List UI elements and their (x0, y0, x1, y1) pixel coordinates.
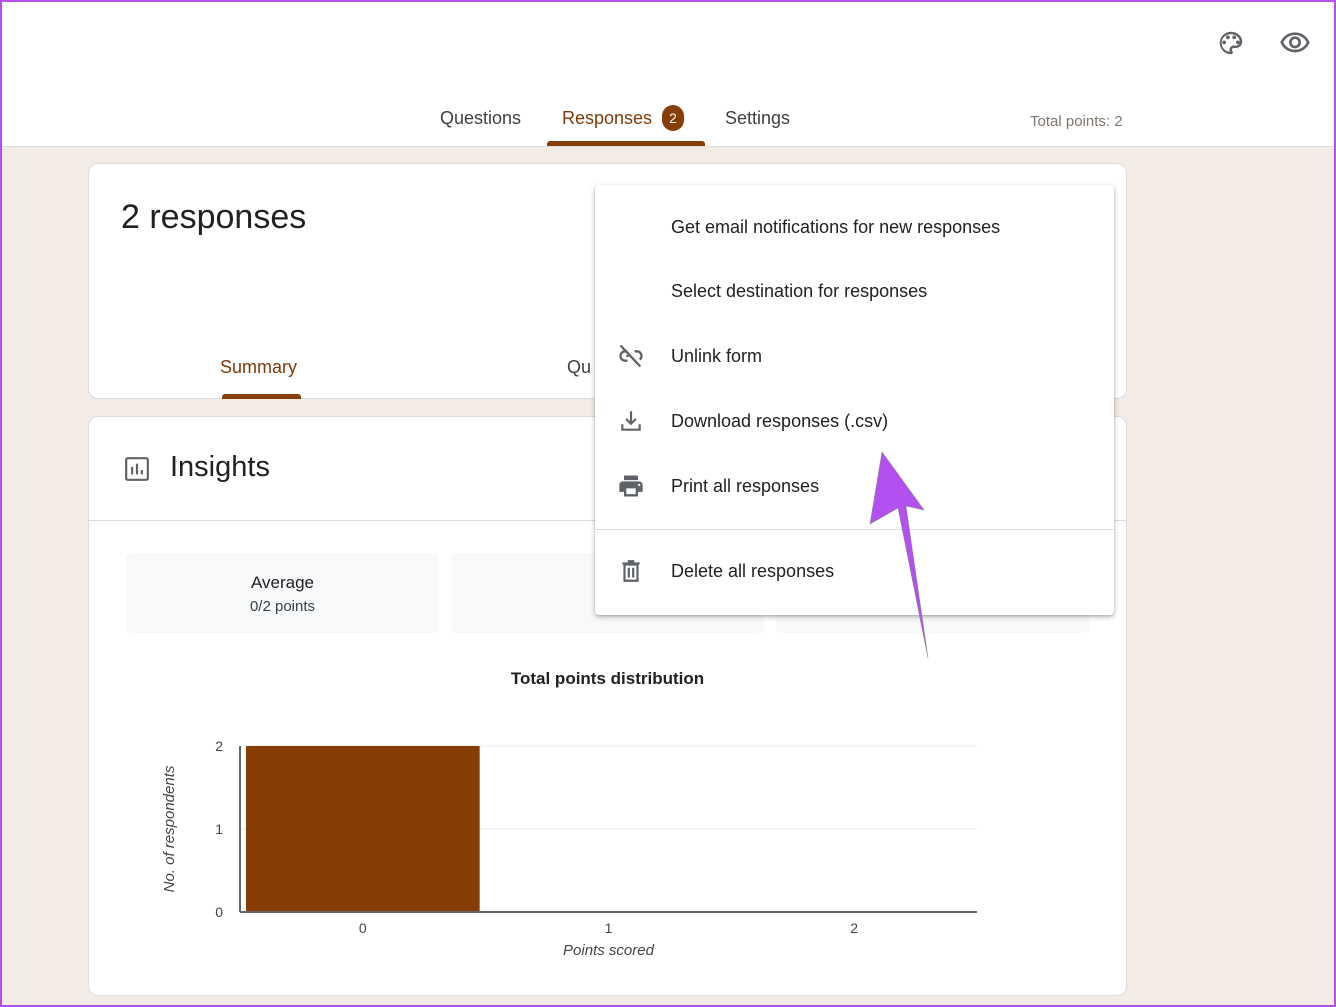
x-tick-label: 1 (605, 920, 613, 936)
bar (246, 746, 480, 912)
tab-settings[interactable]: Settings (725, 108, 790, 146)
responses-more-menu: Get email notifications for new response… (595, 185, 1114, 615)
y-tick-label: 1 (215, 821, 223, 837)
menu-item-label: Unlink form (671, 346, 763, 366)
menu-item-unlink-form[interactable]: Unlink form (595, 324, 1114, 388)
menu-item-label: Get email notifications for new response… (671, 217, 1001, 237)
x-tick-label: 2 (850, 920, 858, 936)
tab-label: Responses (562, 108, 653, 128)
download-icon (617, 407, 645, 435)
x-tick-label: 0 (359, 920, 367, 936)
annotation-arrow-icon (869, 451, 929, 659)
menu-item-label: Print all responses (671, 476, 820, 496)
menu-item-delete-all[interactable]: Delete all responses (595, 539, 1114, 603)
total-points: Total points: 2 (1030, 113, 1123, 130)
responses-count-badge: 2 (662, 105, 685, 131)
y-tick-label: 2 (215, 738, 223, 754)
trash-icon (617, 557, 645, 585)
active-subtab-indicator (222, 394, 301, 399)
tab-label: Questions (440, 108, 522, 128)
menu-item-label: Download responses (.csv) (671, 411, 889, 431)
palette-icon[interactable] (1214, 26, 1248, 60)
menu-item-select-destination[interactable]: Select destination for responses (595, 259, 1114, 323)
subtab-question[interactable]: Qu (567, 357, 591, 378)
menu-item-label: Select destination for responses (671, 281, 928, 301)
menu-item-email-notifications[interactable]: Get email notifications for new response… (595, 195, 1114, 259)
eye-icon[interactable] (1278, 26, 1312, 60)
unlink-icon (617, 342, 645, 370)
menu-item-print-all[interactable]: Print all responses (595, 454, 1114, 518)
print-icon (617, 472, 645, 500)
menu-divider (595, 529, 1114, 530)
form-header: Questions Responses 2 Settings Total poi… (0, 0, 1336, 147)
menu-item-download-csv[interactable]: Download responses (.csv) (595, 389, 1114, 453)
tab-label: Settings (725, 108, 791, 128)
y-axis-label: No. of respondents (161, 765, 178, 892)
menu-item-label: Delete all responses (671, 561, 835, 581)
y-tick-label: 0 (215, 904, 223, 920)
responses-count-title: 2 responses (121, 198, 307, 236)
x-axis-label: Points scored (563, 942, 655, 959)
active-tab-indicator (547, 141, 705, 146)
tab-questions[interactable]: Questions (440, 108, 521, 146)
subtab-summary[interactable]: Summary (220, 357, 297, 378)
